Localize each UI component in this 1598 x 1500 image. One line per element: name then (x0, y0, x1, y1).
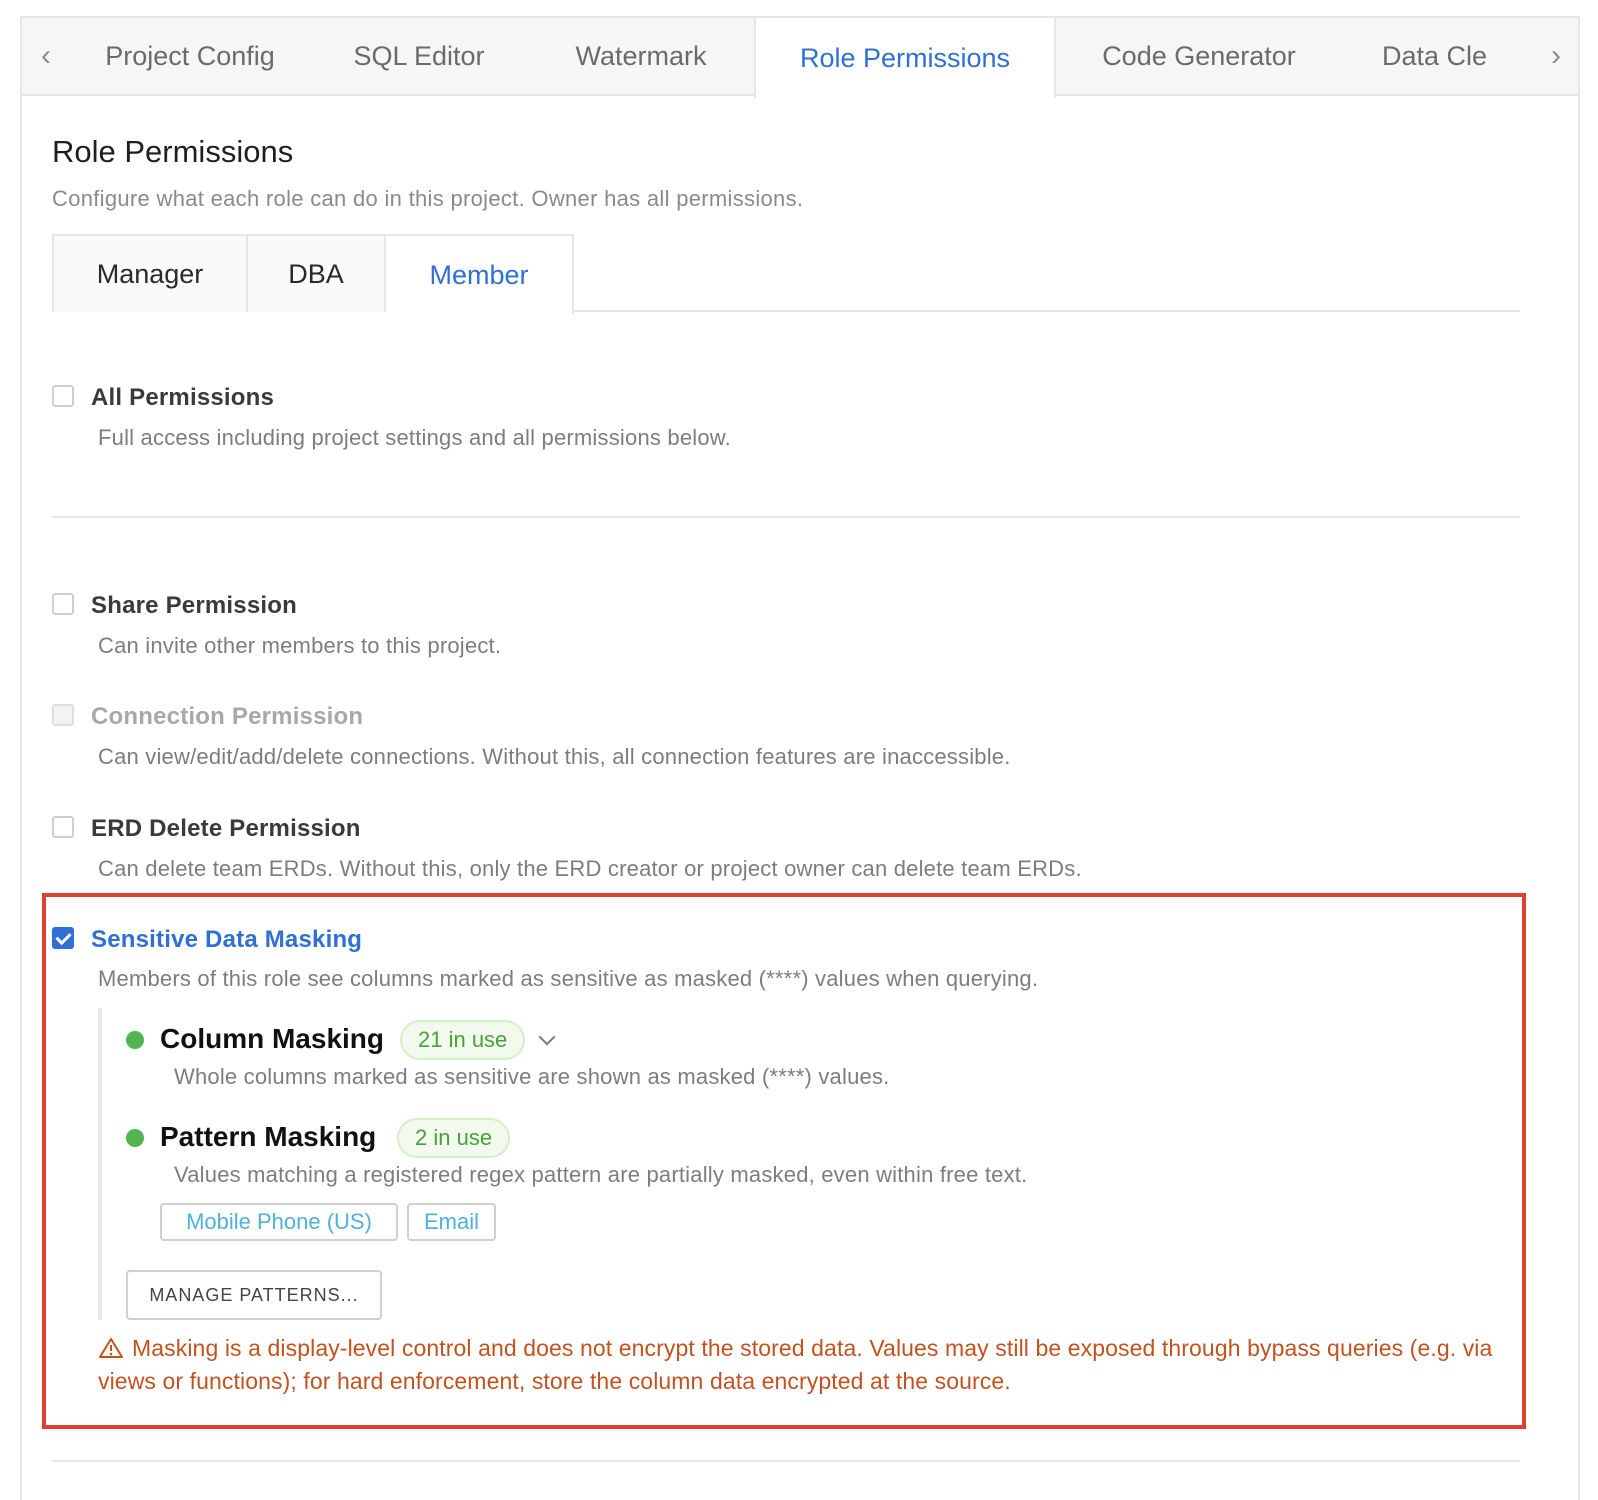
erd-delete-permission-checkbox[interactable] (52, 816, 74, 838)
tab-code-generator[interactable]: Code Generator (1056, 18, 1342, 94)
page-subtitle: Configure what each role can do in this … (52, 186, 804, 211)
pattern-masking-description: Values matching a registered regex patte… (174, 1162, 1028, 1187)
page-title: Role Permissions (52, 134, 294, 169)
chevron-right-icon[interactable]: › (1534, 18, 1578, 94)
role-tab-dba[interactable]: DBA (248, 234, 386, 312)
role-tab-bar: Manager DBA Member (52, 234, 1520, 314)
permission-label: Sensitive Data Masking (91, 926, 363, 953)
status-dot-icon (126, 1031, 144, 1049)
warning-text: Masking is a display-level control and d… (98, 1335, 1493, 1394)
masking-details-rail (98, 1008, 102, 1320)
permission-label: ERD Delete Permission (91, 815, 361, 842)
chevron-left-icon[interactable]: ‹ (22, 18, 70, 94)
permission-description: Members of this role see columns marked … (98, 966, 1039, 991)
masking-warning: Masking is a display-level control and d… (98, 1332, 1518, 1398)
permission-description: Full access including project settings a… (98, 425, 731, 450)
permission-label: All Permissions (91, 384, 275, 411)
pattern-masking-badge: 2 in use (397, 1118, 511, 1158)
sensitive-masking-checkbox[interactable] (52, 927, 74, 949)
tab-role-permissions[interactable]: Role Permissions (754, 18, 1056, 98)
column-masking-title: Column Masking (160, 1023, 385, 1054)
role-tab-member[interactable]: Member (386, 234, 574, 314)
tab-project-config[interactable]: Project Config (70, 18, 310, 94)
status-dot-icon (126, 1129, 144, 1147)
pattern-tag: Mobile Phone (US) (160, 1203, 398, 1241)
column-masking-badge: 21 in use (400, 1020, 526, 1060)
top-tab-bar: ‹ Project Config SQL Editor Watermark Ro… (20, 16, 1580, 98)
pattern-masking-title: Pattern Masking (160, 1121, 377, 1152)
permission-description: Can invite other members to this project… (98, 633, 502, 658)
divider (52, 516, 1520, 518)
manage-patterns-button[interactable]: MANAGE PATTERNS... (126, 1270, 382, 1320)
permission-description: Can delete team ERDs. Without this, only… (98, 856, 1082, 881)
pattern-tag: Email (407, 1203, 496, 1241)
tab-watermark[interactable]: Watermark (528, 18, 754, 94)
tab-data-cleanup[interactable]: Data Cle (1342, 18, 1492, 94)
warning-icon (99, 1338, 123, 1358)
permission-description: Can view/edit/add/delete connections. Wi… (98, 744, 1011, 769)
divider (52, 1460, 1520, 1462)
connection-permission-checkbox[interactable] (52, 704, 74, 726)
permission-label: Share Permission (91, 592, 297, 619)
share-permission-checkbox[interactable] (52, 593, 74, 615)
all-permissions-checkbox[interactable] (52, 385, 74, 407)
column-masking-description: Whole columns marked as sensitive are sh… (174, 1064, 890, 1089)
permission-label: Connection Permission (91, 703, 364, 730)
role-tab-manager[interactable]: Manager (52, 234, 248, 312)
tab-sql-editor[interactable]: SQL Editor (310, 18, 528, 94)
